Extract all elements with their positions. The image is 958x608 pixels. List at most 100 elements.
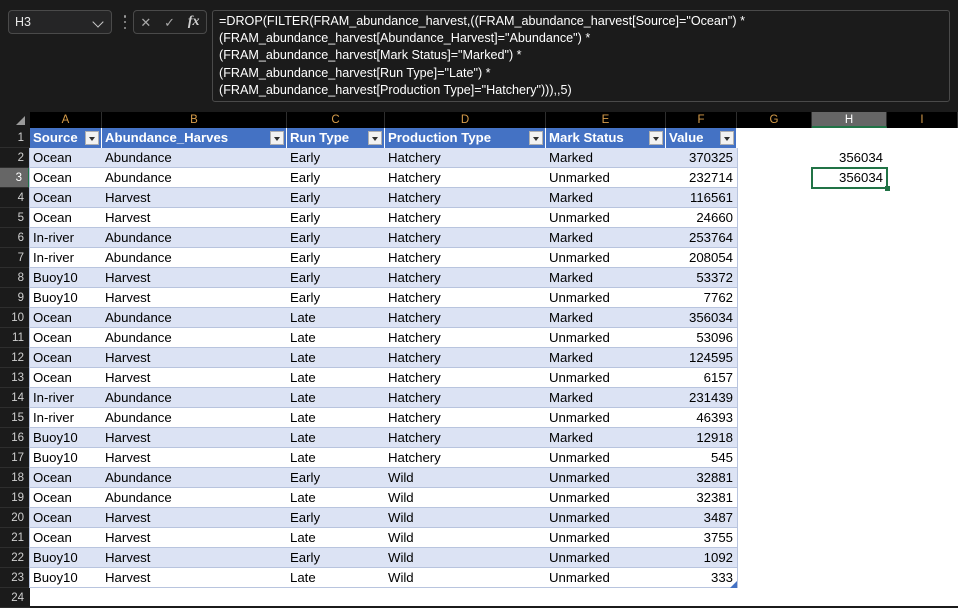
formula-input[interactable]: =DROP(FILTER(FRAM_abundance_harvest,((FR… [212,10,950,102]
table-cell[interactable]: Ocean [30,368,102,388]
table-cell[interactable]: Late [287,568,385,588]
table-cell[interactable]: Harvest [102,428,287,448]
table-cell[interactable]: Late [287,388,385,408]
table-cell[interactable]: Early [287,248,385,268]
result-cell-h3[interactable]: 356034 [812,168,887,188]
row-header-10[interactable]: 10 [0,308,30,328]
table-cell[interactable]: Hatchery [385,328,546,348]
table-cell[interactable]: Abundance [102,488,287,508]
table-cell[interactable]: Buoy10 [30,268,102,288]
row-header-6[interactable]: 6 [0,228,30,248]
column-header-i[interactable]: I [887,112,958,128]
table-cell[interactable]: Marked [546,348,666,368]
table-cell[interactable]: Harvest [102,368,287,388]
table-cell[interactable]: Harvest [102,568,287,588]
table-cell[interactable]: Hatchery [385,308,546,328]
table-cell[interactable]: Early [287,228,385,248]
row-header-19[interactable]: 19 [0,488,30,508]
row-header-13[interactable]: 13 [0,368,30,388]
table-cell[interactable]: Early [287,208,385,228]
table-cell[interactable]: 1092 [666,548,737,568]
table-cell[interactable]: 6157 [666,368,737,388]
table-cell[interactable]: Marked [546,428,666,448]
row-header-14[interactable]: 14 [0,388,30,408]
row-header-2[interactable]: 2 [0,148,30,168]
table-cell[interactable]: Ocean [30,168,102,188]
table-cell[interactable]: Hatchery [385,188,546,208]
chevron-down-icon[interactable] [93,16,105,28]
table-cell[interactable]: 370325 [666,148,737,168]
table-cell[interactable]: Abundance [102,408,287,428]
table-cell[interactable]: Ocean [30,308,102,328]
table-cell[interactable]: Wild [385,548,546,568]
table-cell[interactable]: Abundance [102,328,287,348]
table-cell[interactable]: Marked [546,228,666,248]
column-header-f[interactable]: F [666,112,737,128]
table-cell[interactable]: Harvest [102,288,287,308]
table-cell[interactable]: Late [287,448,385,468]
table-cell[interactable]: Harvest [102,528,287,548]
column-header-e[interactable]: E [546,112,666,128]
table-cell[interactable]: 12918 [666,428,737,448]
table-cell[interactable]: Harvest [102,508,287,528]
column-header-a[interactable]: A [30,112,102,128]
fill-handle[interactable] [885,186,890,191]
table-cell[interactable]: Abundance [102,148,287,168]
table-cell[interactable]: Ocean [30,188,102,208]
table-cell[interactable]: Early [287,148,385,168]
row-header-17[interactable]: 17 [0,448,30,468]
table-cell[interactable]: Late [287,528,385,548]
table-cell[interactable]: Marked [546,308,666,328]
filter-dropdown-icon[interactable] [368,131,382,145]
table-cell[interactable]: Harvest [102,348,287,368]
table-cell[interactable]: Wild [385,488,546,508]
table-cell[interactable]: Unmarked [546,288,666,308]
result-cell-h2[interactable]: 356034 [812,148,887,168]
row-header-15[interactable]: 15 [0,408,30,428]
table-cell[interactable]: Ocean [30,508,102,528]
table-cell[interactable]: 53096 [666,328,737,348]
table-cell[interactable]: Hatchery [385,368,546,388]
table-cell[interactable]: Hatchery [385,348,546,368]
table-cell[interactable]: Abundance [102,388,287,408]
table-cell[interactable]: Marked [546,188,666,208]
row-header-21[interactable]: 21 [0,528,30,548]
column-header-h[interactable]: H [812,112,887,128]
table-cell[interactable]: Abundance [102,468,287,488]
table-cell[interactable]: Ocean [30,468,102,488]
table-cell[interactable]: Early [287,468,385,488]
table-cell[interactable]: 32381 [666,488,737,508]
table-cell[interactable]: In-river [30,248,102,268]
table-cell[interactable]: Hatchery [385,248,546,268]
filter-dropdown-icon[interactable] [649,131,663,145]
table-cell[interactable]: Wild [385,468,546,488]
row-header-22[interactable]: 22 [0,548,30,568]
table-cell[interactable]: Hatchery [385,388,546,408]
table-cell[interactable]: Hatchery [385,168,546,188]
table-cell[interactable]: Buoy10 [30,568,102,588]
filter-dropdown-icon[interactable] [270,131,284,145]
table-cell[interactable]: Buoy10 [30,448,102,468]
table-cell[interactable]: Hatchery [385,148,546,168]
table-cell[interactable]: Early [287,548,385,568]
table-cell[interactable]: Unmarked [546,528,666,548]
row-header-12[interactable]: 12 [0,348,30,368]
table-cell[interactable]: Harvest [102,188,287,208]
table-cell[interactable]: Late [287,308,385,328]
more-options-icon[interactable] [120,12,130,32]
table-cell[interactable]: 3755 [666,528,737,548]
spreadsheet-grid[interactable]: ABCDEFGHI 1 2 3 4 5 6 7 8 9 10 11 12 13 14 15 16 17 18 19 2… [0,112,958,608]
table-cell[interactable]: Buoy10 [30,428,102,448]
table-cell[interactable]: Ocean [30,208,102,228]
table-cell[interactable]: Unmarked [546,488,666,508]
table-cell[interactable]: Hatchery [385,228,546,248]
table-cell[interactable]: Abundance [102,248,287,268]
table-cell[interactable]: Early [287,508,385,528]
table-cell[interactable]: 46393 [666,408,737,428]
table-cell[interactable]: Buoy10 [30,548,102,568]
table-cell[interactable]: Early [287,288,385,308]
table-cell[interactable]: In-river [30,408,102,428]
table-cell[interactable]: Abundance [102,168,287,188]
table-cell[interactable]: 24660 [666,208,737,228]
table-cell[interactable]: 231439 [666,388,737,408]
